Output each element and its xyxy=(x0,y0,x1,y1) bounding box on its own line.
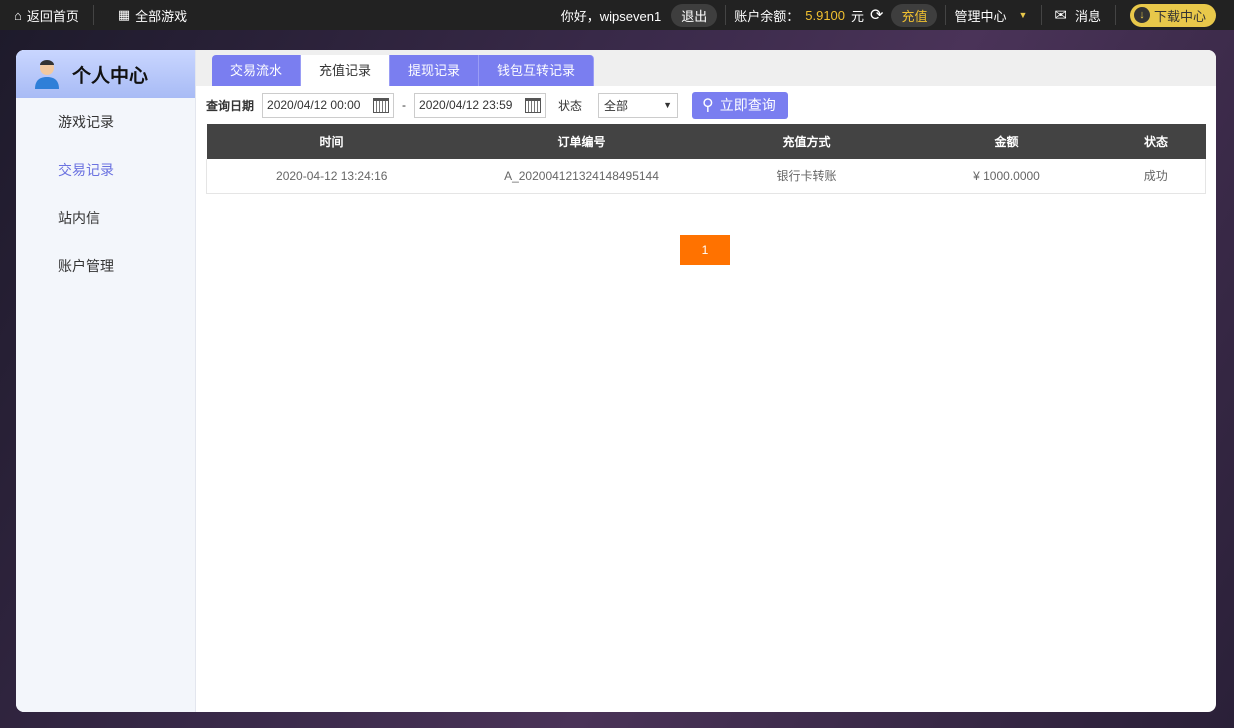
refresh-icon[interactable]: ⟳ xyxy=(870,5,883,25)
end-date-input[interactable]: 2020/04/12 23:59 xyxy=(414,92,547,118)
cell-time: 2020-04-12 13:24:16 xyxy=(206,159,457,194)
status-label: 状态 xyxy=(558,98,583,113)
col-status: 状态 xyxy=(1106,124,1206,159)
greeting: 你好，wipseven1 xyxy=(560,8,662,24)
tab-recharge-records[interactable]: 充值记录 xyxy=(301,55,391,86)
divider xyxy=(1041,5,1043,25)
date-separator: - xyxy=(402,98,407,112)
start-date-input[interactable]: 2020/04/12 00:00 xyxy=(262,92,395,118)
cell-amount: ¥ 1000.0000 xyxy=(906,159,1107,194)
table-row: 2020-04-12 13:24:16 A_202004121324148495… xyxy=(206,159,1206,194)
tab-transaction-flow[interactable]: 交易流水 xyxy=(212,55,302,86)
divider xyxy=(725,5,727,25)
recharge-button[interactable]: 充值 xyxy=(891,3,938,27)
tabs: 交易流水 充值记录 提现记录 钱包互转记录 xyxy=(196,50,1216,86)
home-link[interactable]: ⌂ 返回首页 xyxy=(0,0,93,30)
top-bar: ⌂ 返回首页 ▦ 全部游戏 你好，wipseven1 退出 账户余额： 5.9100… xyxy=(0,0,1234,30)
col-method: 充值方式 xyxy=(706,124,907,159)
balance-value: 5.9100 xyxy=(805,7,846,23)
home-icon: ⌂ xyxy=(14,7,22,23)
cell-order: A_202004121324148495144 xyxy=(456,159,707,194)
calendar-icon[interactable] xyxy=(525,97,542,113)
tab-withdraw-records[interactable]: 提现记录 xyxy=(390,55,480,86)
dropdown-arrow-icon: ▼ xyxy=(663,100,673,110)
tab-wallet-transfer[interactable]: 钱包互转记录 xyxy=(479,55,595,86)
content-panel: 个人中心 游戏记录 交易记录 站内信 账户管理 交易流水 充值记录 提现记录 钱… xyxy=(16,50,1216,712)
balance-label: 账户余额： xyxy=(734,8,800,24)
manage-menu[interactable]: 管理中心 xyxy=(954,6,1006,25)
sidebar-item-inbox[interactable]: 站内信 xyxy=(16,194,195,242)
date-label: 查询日期 xyxy=(206,98,255,113)
chevron-down-icon[interactable]: ▼ xyxy=(1018,10,1027,20)
filter-bar: 查询日期 2020/04/12 00:00 - 2020/04/12 23:59… xyxy=(196,86,1216,124)
status-select[interactable]: 全部 ▼ xyxy=(598,92,679,118)
grid-icon: ▦ xyxy=(117,7,131,22)
divider xyxy=(945,5,947,25)
user-icon xyxy=(35,60,59,89)
cell-status: 成功 xyxy=(1106,159,1206,194)
calendar-icon[interactable] xyxy=(373,97,390,113)
sidebar-item-account[interactable]: 账户管理 xyxy=(16,242,195,290)
all-games-link[interactable]: ▦ 全部游戏 xyxy=(94,0,201,30)
download-button[interactable]: ↓ 下载中心 xyxy=(1129,3,1216,27)
col-order: 订单编号 xyxy=(456,124,707,159)
col-amount: 金额 xyxy=(906,124,1107,159)
mail-icon[interactable]: ✉ xyxy=(1054,6,1067,24)
search-icon: ⚲ xyxy=(702,97,714,114)
page-1-button[interactable]: 1 xyxy=(680,235,730,265)
sidebar: 个人中心 游戏记录 交易记录 站内信 账户管理 xyxy=(16,50,196,712)
messages-link[interactable]: 消息 xyxy=(1075,6,1101,25)
sidebar-header: 个人中心 xyxy=(16,50,195,98)
col-time: 时间 xyxy=(206,124,457,159)
currency: 元 xyxy=(851,8,865,24)
main: 交易流水 充值记录 提现记录 钱包互转记录 查询日期 2020/04/12 00… xyxy=(196,50,1216,712)
records-table: 时间 订单编号 充值方式 金额 状态 2020-04-12 13:24:16 A… xyxy=(206,124,1206,194)
query-button[interactable]: ⚲ 立即查询 xyxy=(692,91,788,119)
sidebar-item-transactions[interactable]: 交易记录 xyxy=(16,146,195,194)
sidebar-item-game-records[interactable]: 游戏记录 xyxy=(16,98,195,146)
divider xyxy=(1114,5,1116,25)
cell-method: 银行卡转账 xyxy=(706,159,907,194)
download-icon: ↓ xyxy=(1133,7,1150,23)
logout-button[interactable]: 退出 xyxy=(671,3,718,27)
